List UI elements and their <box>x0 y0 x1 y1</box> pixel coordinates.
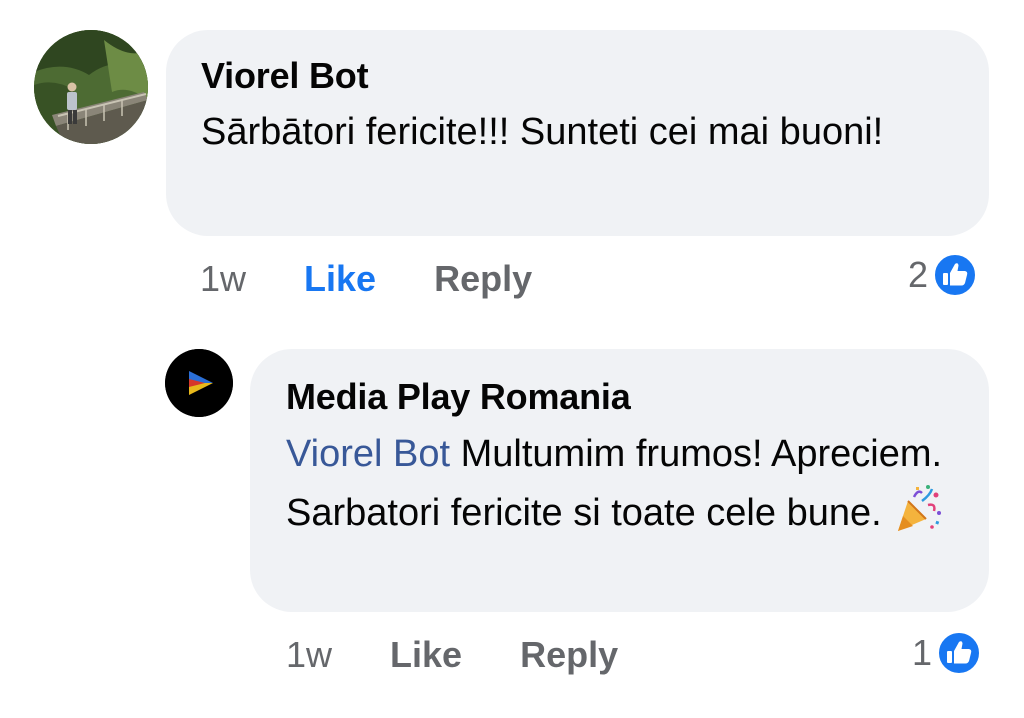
thumbs-up-icon <box>932 252 978 298</box>
avatar-viorel-bot[interactable] <box>34 30 148 144</box>
media-play-logo-icon <box>165 349 233 417</box>
comment-reply-button[interactable]: Reply <box>434 258 532 300</box>
comment-reaction-count: 2 <box>908 254 929 295</box>
party-popper-icon <box>892 483 944 535</box>
reply-reactions[interactable]: 1 <box>912 630 982 676</box>
avatar-photo <box>34 30 148 144</box>
comment-thread: Viorel Bot Sārbātori fericite!!! Sunteti… <box>0 0 1024 718</box>
reply-text-block: Viorel Bot Multumim frumos! Apreciem. Sa… <box>286 425 946 542</box>
comment-like-button[interactable]: Like <box>304 258 376 300</box>
reply-bubble: Media Play Romania Viorel Bot Multumim f… <box>250 349 989 612</box>
thumbs-up-icon <box>936 630 982 676</box>
comment-bubble: Viorel Bot Sārbātori fericite!!! Sunteti… <box>166 30 989 236</box>
comment-timestamp[interactable]: 1w <box>200 258 246 300</box>
reply-reply-button[interactable]: Reply <box>520 634 618 676</box>
comment-author[interactable]: Viorel Bot <box>201 52 955 100</box>
reply-mention-link[interactable]: Viorel Bot <box>286 433 450 475</box>
reply-reaction-count: 1 <box>912 632 933 673</box>
reply-author[interactable]: Media Play Romania <box>286 373 955 421</box>
avatar-media-play-romania[interactable] <box>165 349 233 417</box>
reply-like-button[interactable]: Like <box>390 634 462 676</box>
comment-reactions[interactable]: 2 <box>908 252 978 298</box>
comment-actions: 1w Like Reply <box>200 258 532 300</box>
reply-timestamp[interactable]: 1w <box>286 634 332 676</box>
comment-text: Sārbātori fericite!!! Sunteti cei mai bu… <box>201 111 884 153</box>
reply-actions: 1w Like Reply <box>286 634 618 676</box>
